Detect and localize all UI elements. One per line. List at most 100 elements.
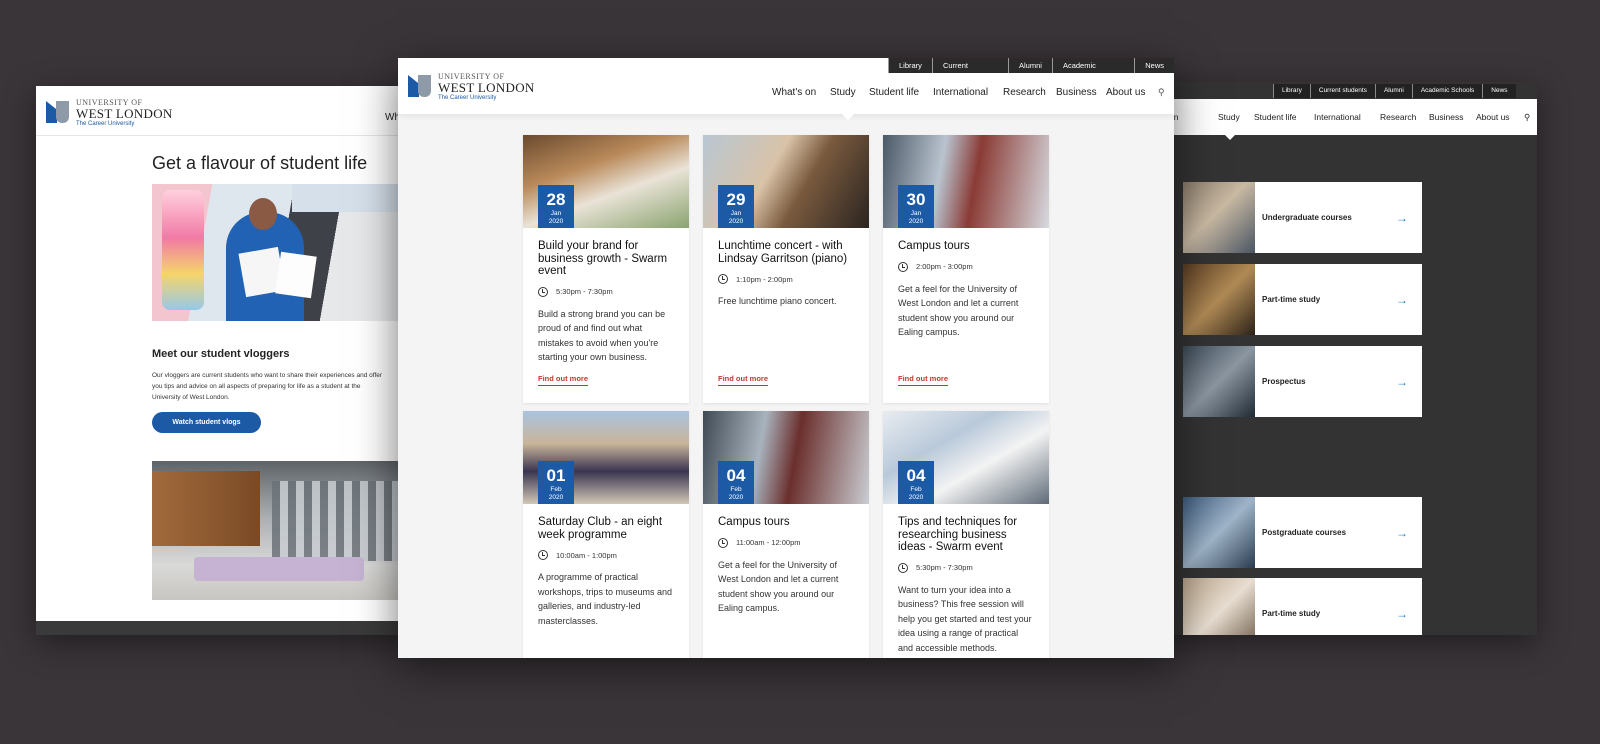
card-label: Part-time study [1262,609,1321,618]
card-postgraduate[interactable]: Postgraduate courses → [1183,497,1422,568]
util-link-academic-schools[interactable]: Academic Schools [1411,84,1483,98]
nav-study[interactable]: Study [1218,112,1240,122]
event-image: 04 Feb 2020 [703,411,869,504]
logo-tagline: The Career University [438,95,497,101]
date-day: 01 [546,466,566,485]
nav-student-life[interactable]: Student life [869,87,919,98]
clock-icon [718,274,728,284]
date-badge: 28 Jan 2020 [538,185,574,228]
date-year: 2020 [548,217,564,225]
page-title: Get a flavour of student life [152,153,368,173]
event-card[interactable]: 28 Jan 2020 Build your brand for busines… [523,135,689,403]
card-part-time-study[interactable]: Part-time study → [1183,264,1422,335]
utility-nav: Library Current students Alumni Academic… [1273,84,1516,98]
university-logo[interactable]: UNIVERSITY OF WEST LONDON The Career Uni… [408,73,535,101]
date-month: Jan [730,210,742,217]
card-label: Undergraduate courses [1262,213,1352,222]
nav-international[interactable]: International [1314,112,1361,122]
card-label: Part-time study [1262,295,1321,304]
event-time-text: 1:10pm - 2:00pm [736,274,793,284]
nav-about-us[interactable]: About us [1106,87,1145,98]
card-label: Postgraduate courses [1262,528,1347,537]
university-logo[interactable]: UNIVERSITY OF WEST LONDON The Career Uni… [46,99,173,127]
date-month: Feb [910,486,922,493]
event-time: 5:30pm - 7:30pm [538,286,674,297]
event-title[interactable]: Saturday Club - an eight week programme [538,516,674,541]
util-link-academic-schools[interactable]: Academic Schools [1051,58,1135,85]
card-prospectus[interactable]: Prospectus → [1183,346,1422,417]
nav-research[interactable]: Research [1380,112,1416,122]
card-thumb [1183,264,1255,335]
event-title[interactable]: Campus tours [718,516,854,529]
search-icon[interactable]: ⚲ [1158,87,1168,97]
date-badge: 01 Feb 2020 [538,461,574,504]
nav-student-life[interactable]: Student life [1254,112,1297,122]
util-link-alumni[interactable]: Alumni [1008,58,1052,73]
event-card[interactable]: 04 Feb 2020 Tips and techniques for rese… [883,411,1049,658]
card-thumb [1183,578,1255,635]
event-time-text: 11:00am - 12:00pm [736,538,801,547]
clock-icon [898,261,908,272]
util-link-news[interactable]: News [1134,58,1174,73]
arrow-right-icon: → [1396,374,1408,389]
right-page-screenshot: Library Current students Alumni Academic… [1163,82,1537,635]
util-link-alumni[interactable]: Alumni [1374,84,1412,98]
date-month: Feb [730,486,742,493]
nav-caret [842,114,854,120]
date-badge: 04 Feb 2020 [718,461,754,504]
event-title[interactable]: Tips and techniques for researching busi… [898,516,1034,554]
event-card[interactable]: 29 Jan 2020 Lunchtime concert - with Lin… [703,135,869,403]
util-link-current-students[interactable]: Current students [931,58,1009,85]
find-out-more-link[interactable]: Find out more [538,374,588,386]
event-title[interactable]: Campus tours [898,240,1034,253]
arrow-right-icon: → [1396,292,1408,307]
date-month: Feb [550,486,562,493]
event-description: Get a feel for the University of West Lo… [898,283,1019,338]
card-label: Prospectus [1262,377,1306,386]
logo-mark-icon [408,73,432,97]
util-link-current-students[interactable]: Current students [1309,84,1375,98]
nav-research[interactable]: Research [1003,87,1046,98]
nav-international[interactable]: International [933,87,988,98]
event-image: 30 Jan 2020 [883,135,1049,228]
util-link-news[interactable]: News [1482,84,1516,98]
clock-icon [718,537,728,548]
event-time: 5:30pm - 7:30pm [898,562,1034,573]
util-link-library[interactable]: Library [1273,84,1310,98]
center-page-screenshot: Library Current students Alumni Academic… [398,58,1174,658]
event-title[interactable]: Build your brand for business growth - S… [538,240,674,278]
date-day: 29 [726,190,746,209]
date-day: 30 [906,190,926,209]
card-part-time-study-2[interactable]: Part-time study → [1183,578,1422,635]
find-out-more-link[interactable]: Find out more [898,374,948,386]
nav-business[interactable]: Business [1429,112,1464,122]
nav-caret [1225,135,1235,140]
campus-atrium-photo [152,461,402,600]
find-out-more-link[interactable]: Find out more [718,374,768,386]
util-link-library[interactable]: Library [888,58,932,73]
card-undergraduate[interactable]: Undergraduate courses → [1183,182,1422,253]
event-time: 1:10pm - 2:00pm [718,274,854,284]
date-year: 2020 [908,493,924,501]
arrow-right-icon: → [1396,525,1408,540]
watch-vlogs-button[interactable]: Watch student vlogs [152,412,261,433]
event-time: 11:00am - 12:00pm [718,537,854,548]
search-icon[interactable]: ⚲ [1524,112,1530,123]
nav-study[interactable]: Study [830,87,856,98]
arrow-right-icon: → [1396,210,1408,225]
nav-business[interactable]: Business [1056,87,1097,98]
event-image: 04 Feb 2020 [883,411,1049,504]
event-card[interactable]: 04 Feb 2020 Campus tours 11:00am - 12:00… [703,411,869,658]
event-image: 01 Feb 2020 [523,411,689,504]
footer-bar [36,621,406,635]
event-image: 29 Jan 2020 [703,135,869,228]
nav-whats-on[interactable]: What's on [772,87,816,98]
date-day: 04 [906,466,926,485]
event-description: Want to turn your idea into a business? … [898,584,1032,653]
date-month: Jan [550,210,562,217]
nav-about-us[interactable]: About us [1476,112,1510,122]
event-title[interactable]: Lunchtime concert - with Lindsay Garrits… [718,240,854,265]
event-card[interactable]: 30 Jan 2020 Campus tours 2:00pm - 3:00pm… [883,135,1049,403]
date-day: 28 [546,190,566,209]
event-card[interactable]: 01 Feb 2020 Saturday Club - an eight wee… [523,411,689,658]
